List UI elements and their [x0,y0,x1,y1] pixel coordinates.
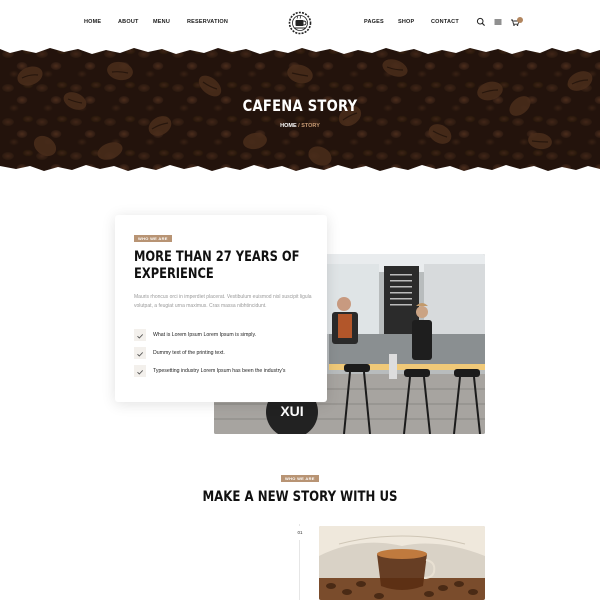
about-title-line-1: MORE THAN 27 YEARS OF [134,249,300,265]
nav-link-home[interactable]: HOME [84,19,101,25]
svg-text:XUI: XUI [280,403,303,419]
about-description: Mauris rhoncus orci in imperdiet placera… [134,294,312,309]
check-icon [134,347,146,359]
checklist-label: What is Lorem Ipsum Lorem Ipsum is simpl… [153,332,257,338]
nav-link-shop[interactable]: SHOP [398,19,414,25]
page-title: CAFENA STORY [242,96,358,115]
nav-link-reservation[interactable]: RESERVATION [187,19,228,25]
checklist-item: Dummy text of the printing text. [134,347,319,359]
check-icon [134,365,146,377]
top-navigation: HOME ABOUT MENU RESERVATION PAGES SHOP C… [0,0,600,48]
section-title: MAKE A NEW STORY WITH US [202,489,398,505]
breadcrumb-separator: / [298,123,300,129]
torn-paper-edge-bottom [0,165,600,174]
section-tag: WHO WE ARE [281,475,319,482]
check-icon [134,329,146,341]
breadcrumb: HOME / STORY [0,123,600,129]
espresso-cup-photo [319,526,485,600]
coffee-cup-logo-icon[interactable] [286,10,314,36]
checklist-label: Typesetting industry Lorem Ipsum has bee… [153,368,286,374]
search-icon[interactable] [476,17,486,27]
step-number: 01 [291,526,309,540]
menu-icon[interactable] [493,17,503,27]
nav-link-menu[interactable]: MENU [153,19,170,25]
nav-link-contact[interactable]: CONTACT [431,19,459,25]
about-card: WHO WE ARE MORE THAN 27 YEARS OF EXPERIE… [115,215,327,402]
breadcrumb-current: STORY [301,123,320,129]
who-we-are-tag: WHO WE ARE [134,235,172,242]
cart-count-badge [517,17,523,23]
page-hero-banner: CAFENA STORY HOME / STORY [0,46,600,174]
checklist-label: Dummy text of the printing text. [153,350,225,356]
breadcrumb-home-link[interactable]: HOME [280,123,297,129]
nav-link-pages[interactable]: PAGES [364,19,384,25]
nav-link-about[interactable]: ABOUT [118,19,139,25]
checklist-item: Typesetting industry Lorem Ipsum has bee… [134,365,319,377]
about-title-line-2: EXPERIENCE [134,266,214,282]
about-title: MORE THAN 27 YEARS OF EXPERIENCE [134,249,300,283]
checklist-item: What is Lorem Ipsum Lorem Ipsum is simpl… [134,329,319,341]
